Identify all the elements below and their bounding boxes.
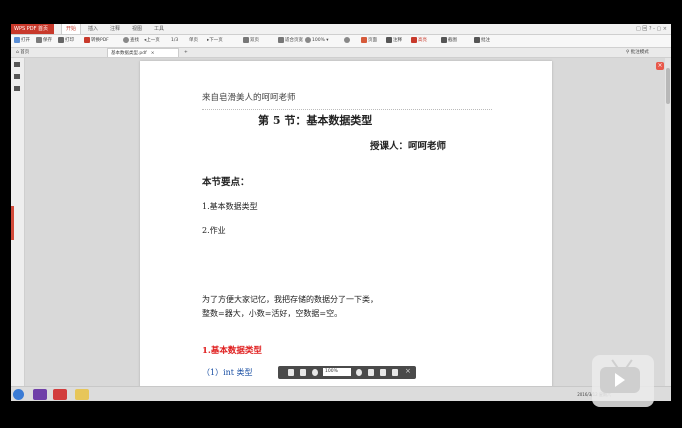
- menu-tab-start[interactable]: 开始: [61, 24, 81, 34]
- pages-icon: [243, 36, 249, 43]
- pdf-page: 来自皂滑美人的呵呵老师 第 5 节：基本数据类型 授课人：呵呵老师 本节要点： …: [140, 61, 552, 391]
- document-tab-bar: ⌂ 首页 基本数据类型.pdf × + ⚲ 批注模式: [11, 48, 671, 58]
- menu-tab-view[interactable]: 视图: [129, 24, 145, 34]
- zoom-in-icon: [344, 36, 350, 43]
- find-button[interactable]: 查找: [123, 36, 139, 46]
- comment-button[interactable]: 批注: [474, 36, 490, 46]
- annotate-icon: [386, 36, 392, 43]
- section-heading: 1.基本数据类型: [202, 346, 262, 356]
- title-bar: WPS PDF 首页 开始 插入 注释 视图 工具 □ 回 ? - ▢ ×: [11, 24, 671, 35]
- bookmarks-icon[interactable]: [14, 62, 20, 67]
- screen: WPS PDF 首页 开始 插入 注释 视图 工具 □ 回 ? - ▢ × 打开…: [11, 24, 671, 401]
- subitem-int: （1）int 类型: [202, 368, 253, 377]
- wps-taskbar-icon[interactable]: [53, 389, 67, 400]
- zoom-out-icon[interactable]: [312, 369, 318, 376]
- scrollbar-thumb[interactable]: [666, 68, 670, 104]
- menu-tab-tools[interactable]: 工具: [151, 24, 167, 34]
- menu-tab-insert[interactable]: 插入: [85, 24, 101, 34]
- app-menu-button[interactable]: WPS PDF 首页: [11, 24, 54, 34]
- visual-studio-taskbar-icon[interactable]: [33, 389, 47, 400]
- convert-pdf-button[interactable]: 转换PDF: [84, 36, 109, 46]
- point-2: 2.作业: [202, 226, 226, 235]
- prev-page-button[interactable]: ◂上一页: [144, 36, 160, 46]
- hand-icon[interactable]: [300, 369, 306, 376]
- key-points-heading: 本节要点：: [202, 177, 250, 188]
- window-controls[interactable]: □ 回 ? - ▢ ×: [636, 24, 667, 34]
- doc-author: 授课人：呵呵老师: [370, 141, 447, 152]
- page-icon: [361, 36, 367, 43]
- close-panel-button[interactable]: ×: [656, 62, 664, 70]
- page-number[interactable]: 1/3: [171, 36, 178, 46]
- print-button[interactable]: 打印: [58, 36, 74, 46]
- start-button[interactable]: [13, 389, 24, 400]
- zoom-select[interactable]: 100% ▾: [305, 36, 329, 46]
- menu-tab-annotate[interactable]: 注释: [107, 24, 123, 34]
- chevron-down-icon: ▾: [324, 38, 329, 43]
- save-button[interactable]: 保存: [36, 36, 52, 46]
- floating-toolbar: 100% ×: [278, 366, 416, 379]
- close-icon[interactable]: ×: [151, 51, 155, 56]
- single-page-button[interactable]: 单页: [189, 36, 198, 46]
- sidebar-toggle-icon[interactable]: [392, 369, 398, 376]
- annotation-mode-toggle[interactable]: ⚲ 批注模式: [623, 48, 671, 57]
- page-button[interactable]: 页面: [361, 36, 377, 46]
- home-tab[interactable]: ⌂ 首页: [13, 48, 45, 57]
- close-icon[interactable]: ×: [405, 367, 411, 375]
- copy-icon[interactable]: [368, 369, 374, 376]
- taskbar: 2016/3/12 星期六: [11, 386, 671, 401]
- zoom-icon: [305, 36, 311, 43]
- screenshot-icon: [441, 36, 447, 43]
- float-zoom-input[interactable]: 100%: [323, 368, 351, 376]
- screenshot-button[interactable]: 截图: [441, 36, 457, 46]
- point-1: 1.基本数据类型: [202, 202, 258, 211]
- thumbnails-icon[interactable]: [14, 74, 20, 79]
- comment-icon: [474, 36, 480, 43]
- new-tab-button[interactable]: +: [181, 48, 191, 57]
- folder-icon: [14, 36, 20, 43]
- printer-icon: [58, 36, 64, 43]
- sidebar-marker: [11, 206, 14, 240]
- zoom-in-icon[interactable]: [356, 369, 362, 376]
- doc-tab-active[interactable]: 基本数据类型.pdf ×: [107, 48, 179, 57]
- paragraph-line-2: 整数=器大，小数=活好，空数据=空。: [202, 309, 343, 318]
- paragraph-line-1: 为了方便大家记忆，我把存储的数据分了一下类，: [202, 295, 378, 304]
- attachments-icon[interactable]: [14, 86, 20, 91]
- fit-width-icon: [278, 36, 284, 43]
- zoom-in-button[interactable]: [344, 36, 351, 46]
- vertical-scrollbar[interactable]: [665, 58, 671, 386]
- convert-icon: [84, 36, 90, 43]
- highlight-button[interactable]: 高亮: [411, 36, 427, 46]
- explorer-taskbar-icon[interactable]: [75, 389, 89, 400]
- search-icon: [123, 36, 129, 43]
- save-icon: [36, 36, 42, 43]
- double-page-button[interactable]: 双页: [243, 36, 259, 46]
- play-icon: [615, 373, 625, 387]
- next-page-button[interactable]: ▸下一页: [207, 36, 223, 46]
- left-sidebar: [11, 58, 25, 386]
- open-button[interactable]: 打开: [14, 36, 30, 46]
- fit-width-button[interactable]: 适合页宽: [278, 36, 303, 46]
- video-watermark-logo: [592, 355, 654, 407]
- header-note: 来自皂滑美人的呵呵老师: [202, 93, 296, 103]
- cursor-icon[interactable]: [288, 369, 294, 376]
- fit-page-icon[interactable]: [380, 369, 386, 376]
- doc-title: 第 5 节：基本数据类型: [258, 114, 373, 127]
- annotate-button[interactable]: 注释: [386, 36, 402, 46]
- header-divider: [202, 109, 492, 110]
- toolbar: 打开 保存 打印 转换PDF 查找 ◂上一页 1/3 单页 ▸下一页 双页 适合…: [11, 35, 671, 48]
- highlight-icon: [411, 36, 417, 43]
